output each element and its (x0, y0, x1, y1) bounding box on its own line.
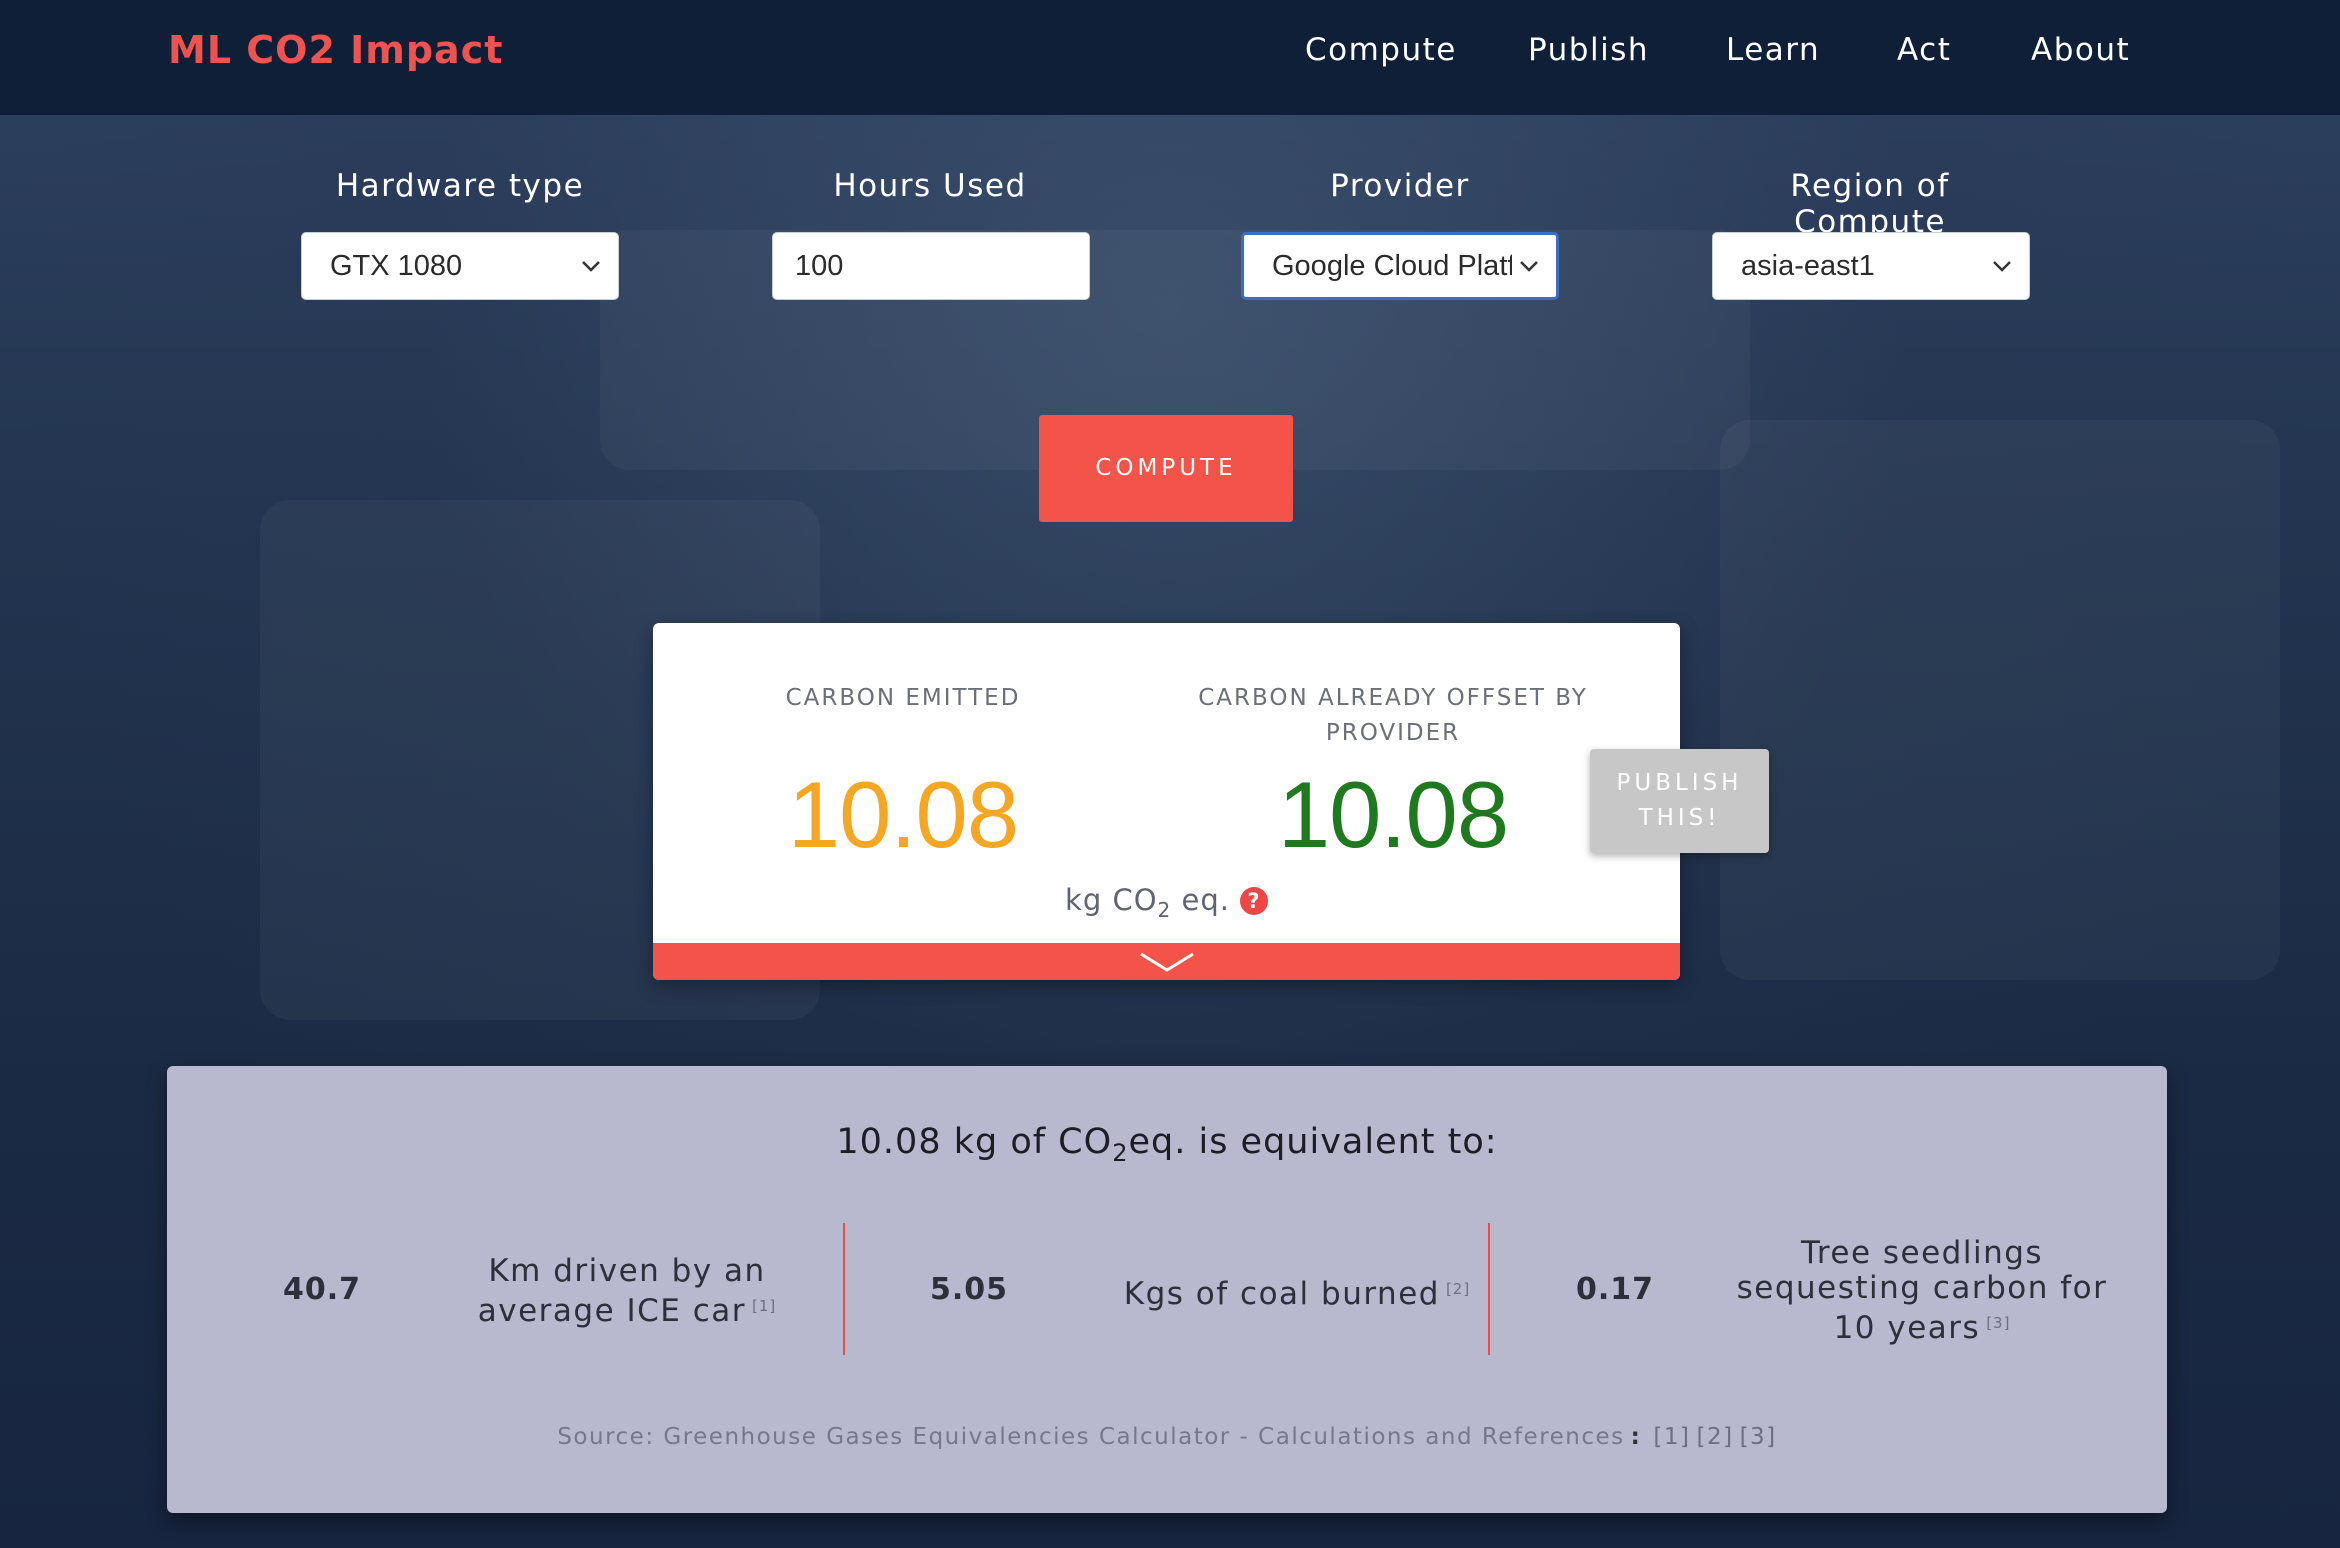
expand-bar[interactable] (653, 943, 1680, 980)
unit-subscript: 2 (1157, 897, 1172, 922)
carbon-offset-value: 10.08 (1277, 762, 1509, 867)
carbon-emitted-value: 10.08 (787, 762, 1019, 867)
nav-act[interactable]: Act (1897, 32, 1951, 68)
title-prefix: 10.08 kg of CO (836, 1122, 1113, 1162)
carbon-offset-label-line1: CARBON ALREADY OFFSET BY (1198, 685, 1588, 711)
hardware-label: Hardware type (335, 168, 585, 204)
region-select-value: asia-east1 (1741, 250, 1875, 282)
unit-suffix: eq. (1171, 883, 1230, 917)
equivalence-title: 10.08 kg of CO2eq. is equivalent to: (167, 1122, 2167, 1167)
text-line: sequesting carbon for (1736, 1270, 2108, 1306)
hours-input[interactable]: 100 (772, 232, 1090, 300)
title-subscript: 2 (1112, 1139, 1129, 1167)
text-line: 10 years [3] (1722, 1306, 2122, 1346)
text-line-content: Kgs of coal burned (1123, 1276, 1440, 1312)
region-label: Region of Compute (1790, 168, 1950, 240)
reference-link[interactable]: [2] (1446, 1280, 1470, 1298)
source-line: Source: Greenhouse Gases Equivalencies C… (167, 1424, 2167, 1450)
nav-compute[interactable]: Compute (1305, 32, 1457, 68)
equivalence-value-trees: 0.17 (1575, 1272, 1655, 1307)
source-text: Source: Greenhouse Gases Equivalencies C… (557, 1424, 1625, 1450)
nav-publish[interactable]: Publish (1528, 32, 1649, 68)
chevron-down-icon (1139, 952, 1194, 972)
region-select[interactable]: asia-east1 (1712, 232, 2030, 300)
hardware-select[interactable]: GTX 1080 (301, 232, 619, 300)
publish-line2: THIS! (1638, 805, 1721, 831)
result-card: CARBON EMITTED CARBON ALREADY OFFSET BY … (653, 623, 1680, 980)
carbon-emitted-label: CARBON EMITTED (785, 685, 1021, 711)
compute-button[interactable]: COMPUTE (1039, 415, 1293, 522)
background-shape (1720, 420, 2280, 980)
hours-input-value: 100 (795, 250, 844, 282)
title-suffix: eq. is equivalent to: (1128, 1122, 1498, 1162)
chevron-down-icon (1989, 233, 2015, 299)
hardware-select-value: GTX 1080 (330, 250, 463, 282)
divider (1488, 1223, 1490, 1355)
equivalence-text-trees: Tree seedlings sequesting carbon for 10 … (1722, 1236, 2122, 1346)
publish-this-button[interactable]: PUBLISH THIS! (1590, 749, 1769, 853)
reference-link[interactable]: [1] (752, 1297, 776, 1315)
chevron-down-icon (1516, 235, 1542, 297)
reference-link[interactable]: [3] (1986, 1314, 2010, 1332)
brand-logo[interactable]: ML CO2 Impact (168, 28, 503, 72)
question-circle-icon[interactable]: ? (1239, 887, 1268, 915)
publish-line1: PUBLISH (1616, 770, 1743, 796)
equivalence-text-coal: Kgs of coal burned [2] (1067, 1272, 1527, 1312)
text-line: Tree seedlings (1800, 1235, 2044, 1271)
source-colon: : (1630, 1424, 1642, 1450)
provider-select[interactable]: Google Cloud Platform (1241, 232, 1559, 300)
equivalence-value-car: 40.7 (282, 1272, 362, 1307)
equivalence-panel: 10.08 kg of CO2eq. is equivalent to: 40.… (167, 1066, 2167, 1513)
chevron-down-icon (578, 233, 604, 299)
provider-select-value: Google Cloud Platform (1272, 250, 1512, 282)
nav-about[interactable]: About (2031, 32, 2130, 68)
divider (843, 1223, 845, 1355)
unit-prefix: kg CO (1065, 883, 1158, 917)
nav-learn[interactable]: Learn (1726, 32, 1820, 68)
top-navbar: ML CO2 Impact Compute Publish Learn Act … (0, 0, 2340, 115)
text-line-content: 10 years (1833, 1310, 1981, 1346)
hours-label: Hours Used (833, 168, 1027, 204)
equivalence-value-coal: 5.05 (929, 1272, 1009, 1307)
source-link-2[interactable]: [2] (1696, 1424, 1733, 1450)
carbon-offset-label-line2: PROVIDER (1325, 720, 1461, 746)
provider-label: Provider (1330, 168, 1470, 204)
text-line: Km driven by an (488, 1253, 766, 1289)
text-line-content: average ICE car (477, 1293, 747, 1329)
co2-unit: kg CO2 eq.? (653, 883, 1680, 922)
source-link-3[interactable]: [3] (1740, 1424, 1777, 1450)
equivalence-text-car: Km driven by an average ICE car [1] (457, 1254, 797, 1329)
source-link-1[interactable]: [1] (1653, 1424, 1690, 1450)
text-line: average ICE car [1] (457, 1289, 797, 1329)
